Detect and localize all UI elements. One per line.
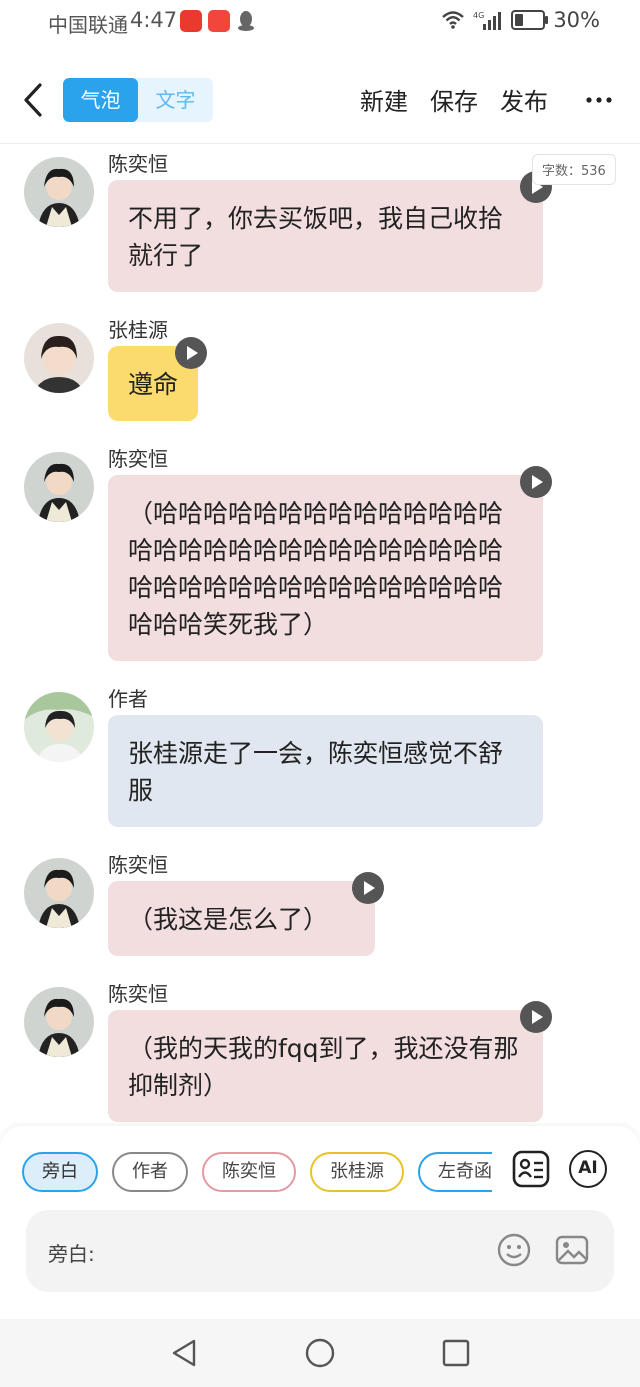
chip-author[interactable]: 作者 [112,1152,188,1192]
message-text: 张桂源走了一会，陈奕恒感觉不舒服 [128,739,504,805]
word-count-badge: 字数：536 [532,154,616,185]
chip-narration[interactable]: 旁白 [22,1152,98,1192]
battery-percent: 30% [553,8,600,32]
back-icon[interactable] [18,82,48,118]
card-icon[interactable] [512,1150,550,1188]
tab-text[interactable]: 文字 [138,78,213,122]
message-bubble[interactable]: （我这是怎么了） [108,872,384,956]
avatar[interactable] [24,452,94,522]
avatar[interactable] [24,157,94,227]
status-bar: 中国联通 4:47 4G 30% [0,0,640,44]
carrier-label: 中国联通 [48,13,128,37]
input-label: 旁白: [48,1242,95,1266]
play-icon[interactable] [520,1001,552,1033]
character-selector: 旁白 作者 陈奕恒 张桂源 左奇函 [22,1152,492,1192]
avatar[interactable] [24,323,94,393]
chip-chen-yiheng[interactable]: 陈奕恒 [202,1152,296,1192]
speaker-name: 作者 [108,687,148,711]
chat-list: 陈奕恒 不用了，你去买饭吧，我自己收拾就行了 张桂源 遵命 陈奕恒 （哈哈哈哈哈… [0,148,640,1124]
svg-text:4G: 4G [473,11,484,20]
wifi-icon [442,11,465,29]
chat-message: 作者 张桂源走了一会，陈奕恒感觉不舒服 [0,683,640,827]
notification-icons [180,10,256,32]
speaker-name: 陈奕恒 [108,447,168,471]
ai-button[interactable]: AI [569,1150,607,1188]
chat-message: 陈奕恒 （我的天我的fqq到了，我还没有那抑制剂） [0,978,640,1122]
chip-zuo-qihan[interactable]: 左奇函 [418,1152,492,1192]
message-text: （哈哈哈哈哈哈哈哈哈哈哈哈哈哈哈哈哈哈哈哈哈哈哈哈哈哈哈哈哈哈哈哈哈哈哈哈哈哈哈… [128,499,504,639]
message-text: （我的天我的fqq到了，我还没有那抑制剂） [128,1034,519,1100]
more-icon[interactable] [585,90,613,110]
dialogue-input[interactable]: 旁白: [26,1210,614,1292]
avatar[interactable] [24,858,94,928]
avatar[interactable] [24,692,94,762]
message-bubble[interactable]: 张桂源走了一会，陈奕恒感觉不舒服 [108,715,543,827]
emoji-icon[interactable] [496,1232,532,1268]
avatar[interactable] [24,987,94,1057]
header-divider [0,143,640,144]
image-icon[interactable] [554,1232,590,1268]
message-bubble[interactable]: 不用了，你去买饭吧，我自己收拾就行了 [108,171,552,292]
play-icon[interactable] [175,337,208,369]
message-text: 遵命 [128,370,179,399]
mode-toggle: 气泡 文字 [63,78,213,122]
system-nav-bar [0,1319,640,1387]
speaker-name: 陈奕恒 [108,982,168,1006]
play-icon[interactable] [520,466,552,498]
header-actions: 新建 保存 发布 [360,82,548,117]
save-button[interactable]: 保存 [430,82,478,117]
nav-home-icon[interactable] [304,1337,336,1369]
message-bubble[interactable]: （我的天我的fqq到了，我还没有那抑制剂） [108,1001,552,1122]
message-bubble[interactable]: 遵命 [108,337,208,421]
battery-icon [511,10,549,30]
chat-message: 陈奕恒 （哈哈哈哈哈哈哈哈哈哈哈哈哈哈哈哈哈哈哈哈哈哈哈哈哈哈哈哈哈哈哈哈哈哈哈… [0,443,640,661]
tab-bubble[interactable]: 气泡 [63,78,138,122]
chat-message: 张桂源 遵命 [0,314,640,421]
new-button[interactable]: 新建 [360,82,408,117]
system-status: 4G 30% [441,8,600,32]
chip-zhang-guiyuan[interactable]: 张桂源 [310,1152,404,1192]
qq-icon [238,11,254,31]
clock: 4:47 [130,8,178,32]
signal-icon: 4G [473,11,502,30]
message-bubble[interactable]: （哈哈哈哈哈哈哈哈哈哈哈哈哈哈哈哈哈哈哈哈哈哈哈哈哈哈哈哈哈哈哈哈哈哈哈哈哈哈哈… [108,466,552,661]
shopping-app-icon [208,10,230,32]
app-notification-icon [180,10,202,32]
message-text: 不用了，你去买饭吧，我自己收拾就行了 [128,204,504,270]
play-icon[interactable] [352,872,384,904]
top-bar: 气泡 文字 新建 保存 发布 [0,62,640,140]
input-panel: 旁白 作者 陈奕恒 张桂源 左奇函 AI 旁白: [0,1126,640,1319]
message-text: （我这是怎么了） [128,905,329,934]
nav-recent-icon[interactable] [440,1337,472,1369]
nav-back-icon[interactable] [168,1337,200,1369]
publish-button[interactable]: 发布 [500,82,548,117]
chat-message: 陈奕恒 （我这是怎么了） [0,849,640,956]
